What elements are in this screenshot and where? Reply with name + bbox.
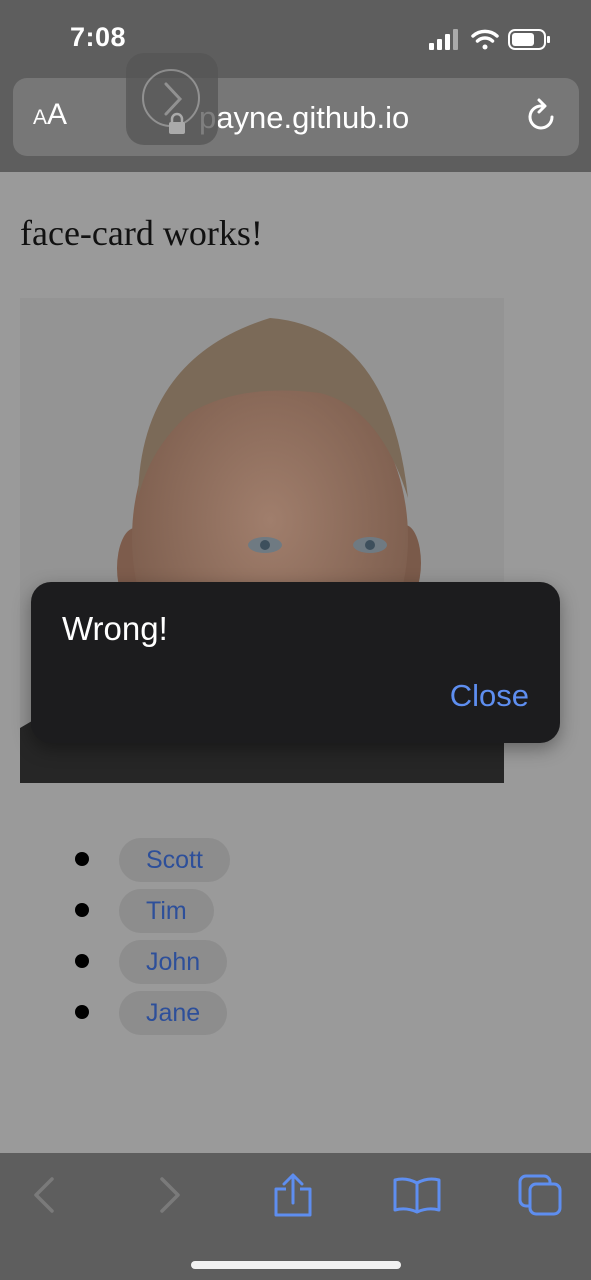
address-bar-area: AA payne.github.io bbox=[0, 78, 591, 172]
back-icon[interactable] bbox=[30, 1173, 58, 1222]
tabs-icon[interactable] bbox=[517, 1173, 565, 1222]
name-button-jane[interactable]: Jane bbox=[119, 991, 228, 1035]
bullet bbox=[75, 954, 89, 968]
wifi-icon bbox=[471, 29, 499, 50]
forward-icon[interactable] bbox=[156, 1173, 184, 1222]
name-button-tim[interactable]: Tim bbox=[119, 889, 214, 933]
reload-icon[interactable] bbox=[525, 97, 559, 138]
alert-dialog: Wrong! Close bbox=[31, 582, 560, 743]
page-title: face-card works! bbox=[20, 213, 263, 253]
lock-icon bbox=[167, 112, 187, 139]
bullet bbox=[75, 852, 89, 866]
share-icon[interactable] bbox=[272, 1173, 314, 1224]
url-text[interactable]: payne.github.io bbox=[199, 100, 409, 136]
status-icons bbox=[429, 26, 551, 54]
bookmarks-icon[interactable] bbox=[392, 1175, 442, 1220]
status-time: 7:08 bbox=[70, 22, 127, 52]
name-button-scott[interactable]: Scott bbox=[119, 838, 230, 882]
bullet bbox=[75, 903, 89, 917]
status-bar: 7:08 bbox=[0, 0, 591, 78]
battery-icon bbox=[508, 29, 550, 50]
text-size-button[interactable]: AA bbox=[33, 98, 67, 132]
cellular-signal-icon bbox=[429, 29, 458, 50]
alert-message: Wrong! bbox=[62, 610, 168, 647]
bullet bbox=[75, 1005, 89, 1019]
address-bar[interactable]: AA payne.github.io bbox=[13, 78, 579, 156]
home-indicator[interactable] bbox=[191, 1261, 401, 1269]
close-button[interactable]: Close bbox=[450, 678, 529, 714]
name-button-john[interactable]: John bbox=[119, 940, 228, 984]
